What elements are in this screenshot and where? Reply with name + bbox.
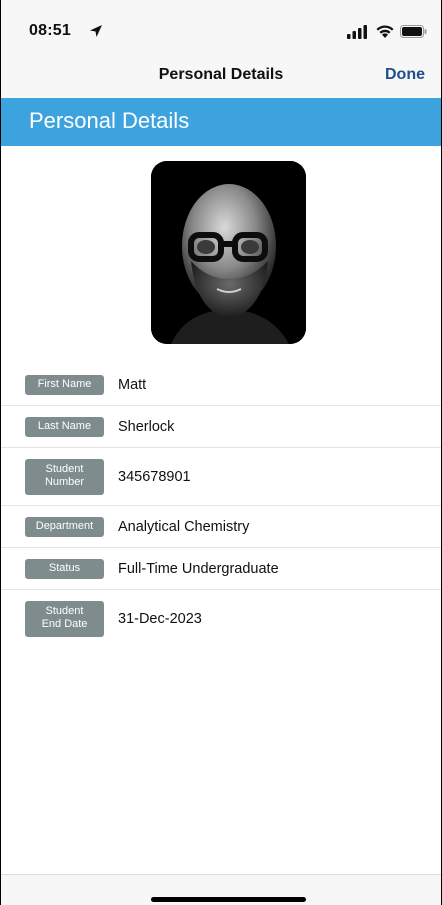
detail-row-first-name: First Name Matt bbox=[1, 364, 441, 406]
bottom-bar bbox=[1, 874, 441, 905]
detail-value: Sherlock bbox=[118, 418, 175, 435]
phone-screen: 08:51 Personal Details Done Personal Det… bbox=[0, 0, 442, 905]
navigation-bar: Personal Details Done bbox=[1, 58, 441, 98]
detail-value: Full-Time Undergraduate bbox=[118, 560, 279, 577]
home-indicator[interactable] bbox=[151, 897, 306, 902]
section-header: Personal Details bbox=[1, 98, 441, 146]
details-content: First Name Matt Last Name Sherlock Stude… bbox=[1, 146, 441, 874]
detail-row-student-number: Student Number 345678901 bbox=[1, 448, 441, 506]
nav-title: Personal Details bbox=[158, 66, 284, 83]
detail-row-department: Department Analytical Chemistry bbox=[1, 506, 441, 548]
detail-label: Department bbox=[25, 516, 104, 537]
detail-row-student-end-date: Student End Date 31-Dec-2023 bbox=[1, 590, 441, 648]
status-time: 08:51 bbox=[29, 22, 71, 39]
section-title: Personal Details bbox=[29, 108, 190, 133]
detail-label: Status bbox=[25, 558, 104, 579]
detail-label: Last Name bbox=[25, 416, 104, 437]
cellular-signal-icon bbox=[347, 25, 367, 39]
detail-row-last-name: Last Name Sherlock bbox=[1, 406, 441, 448]
detail-value: 345678901 bbox=[118, 468, 191, 485]
detail-value: 31-Dec-2023 bbox=[118, 611, 202, 627]
detail-row-status: Status Full-Time Undergraduate bbox=[1, 548, 441, 590]
detail-list: First Name Matt Last Name Sherlock Stude… bbox=[1, 364, 441, 648]
detail-label: First Name bbox=[25, 374, 104, 395]
detail-value: Analytical Chemistry bbox=[118, 518, 250, 535]
detail-value: Matt bbox=[118, 376, 147, 393]
profile-photo-image bbox=[151, 161, 306, 344]
wifi-icon bbox=[376, 25, 394, 38]
battery-icon bbox=[400, 25, 427, 38]
location-arrow-icon bbox=[90, 25, 102, 37]
profile-photo bbox=[151, 161, 306, 344]
done-button[interactable]: Done bbox=[385, 66, 425, 84]
detail-label: Student Number bbox=[25, 458, 104, 495]
status-bar: 08:51 bbox=[1, 0, 441, 58]
detail-label: Student End Date bbox=[25, 601, 104, 637]
